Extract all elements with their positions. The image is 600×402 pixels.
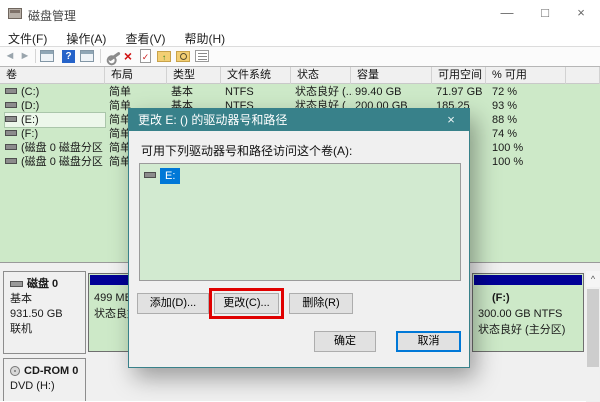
list-item[interactable]: E: bbox=[144, 168, 180, 184]
volume-layout: 简单 bbox=[109, 85, 165, 99]
add-button[interactable]: 添加(D)... bbox=[137, 293, 209, 314]
cdrom-info-box[interactable]: CD-ROM 0 DVD (H:) bbox=[3, 358, 86, 401]
drive-path-listbox[interactable]: E: bbox=[139, 163, 461, 281]
window-titlebar: 磁盘管理 — □ × bbox=[0, 0, 600, 28]
disk0-info-box[interactable]: 磁盘 0 基本 931.50 GB 联机 bbox=[3, 271, 86, 354]
folder-up-icon[interactable]: ↑ bbox=[157, 51, 171, 62]
cdrom-icon bbox=[10, 366, 20, 376]
volume-status: 状态良好 (... bbox=[295, 85, 353, 99]
disk0-size: 931.50 GB bbox=[10, 307, 85, 322]
volume-free: 71.97 GB bbox=[436, 85, 488, 99]
dialog-close-icon[interactable]: × bbox=[435, 109, 467, 131]
partition-status: 状态良好 (主分区) bbox=[478, 322, 565, 338]
folder-search-icon[interactable] bbox=[176, 51, 190, 62]
window-title: 磁盘管理 bbox=[28, 7, 76, 24]
volume-pct: 88 % bbox=[492, 113, 562, 127]
partition-status-strip bbox=[474, 275, 582, 285]
table-row[interactable]: (C:) 简单 基本 NTFS 状态良好 (... 99.40 GB 71.97… bbox=[0, 85, 600, 99]
volume-name: (磁盘 0 磁盘分区 1) bbox=[21, 142, 105, 154]
wrench-icon[interactable] bbox=[108, 52, 120, 62]
disk0-type: 基本 bbox=[10, 292, 85, 307]
volume-name: (D:) bbox=[21, 100, 39, 112]
selected-drive-letter: E: bbox=[160, 168, 180, 184]
volume-pct: 74 % bbox=[492, 127, 562, 141]
header-pct-free[interactable]: % 可用 bbox=[486, 67, 566, 84]
drive-icon bbox=[5, 88, 17, 94]
menu-action[interactable]: 操作(A) bbox=[58, 28, 114, 47]
back-icon[interactable]: ◄ bbox=[2, 49, 18, 64]
header-volume[interactable]: 卷 bbox=[0, 67, 105, 84]
properties-check-icon[interactable]: ✓ bbox=[140, 49, 151, 63]
volume-type: 基本 bbox=[171, 85, 221, 99]
menu-help[interactable]: 帮助(H) bbox=[177, 28, 234, 47]
header-free-space[interactable]: 可用空间 bbox=[432, 67, 486, 84]
maximize-button[interactable]: □ bbox=[526, 0, 564, 26]
cdrom-drive: DVD (H:) bbox=[10, 379, 85, 394]
toolbar-separator bbox=[35, 49, 36, 63]
drive-icon bbox=[5, 158, 17, 164]
new-window-icon[interactable] bbox=[80, 50, 94, 62]
vertical-scrollbar[interactable]: ^ bbox=[586, 271, 600, 402]
dialog-label: 可用下列驱动器号和路径访问这个卷(A): bbox=[141, 142, 352, 159]
header-capacity[interactable]: 容量 bbox=[351, 67, 432, 84]
disk-icon bbox=[10, 281, 23, 287]
remove-button[interactable]: 删除(R) bbox=[289, 293, 353, 314]
drive-icon bbox=[5, 116, 17, 122]
disk0-status: 联机 bbox=[10, 322, 85, 337]
change-button[interactable]: 更改(C)... bbox=[214, 293, 279, 314]
menu-view[interactable]: 查看(V) bbox=[117, 28, 173, 47]
minimize-button[interactable]: — bbox=[488, 0, 526, 26]
drive-icon bbox=[5, 144, 17, 150]
disk0-name: 磁盘 0 bbox=[27, 278, 58, 290]
volume-capacity: 99.40 GB bbox=[355, 85, 431, 99]
app-icon bbox=[8, 8, 22, 19]
change-drive-letter-dialog: 更改 E: () 的驱动器号和路径 × 可用下列驱动器号和路径访问这个卷(A):… bbox=[128, 108, 470, 368]
toolbar-separator bbox=[100, 49, 101, 63]
header-type[interactable]: 类型 bbox=[167, 67, 221, 84]
close-button[interactable]: × bbox=[562, 0, 600, 26]
scrollbar-thumb[interactable] bbox=[587, 289, 599, 367]
drive-icon bbox=[144, 172, 156, 178]
console-window-icon[interactable] bbox=[40, 50, 54, 62]
partition-size-fs: 300.00 GB NTFS bbox=[478, 306, 565, 322]
delete-volume-icon[interactable]: × bbox=[120, 49, 136, 64]
volume-pct: 72 % bbox=[492, 85, 562, 99]
volume-pct: 100 % bbox=[492, 141, 562, 155]
volume-name: (C:) bbox=[21, 86, 39, 98]
dialog-title: 更改 E: () 的驱动器号和路径 bbox=[129, 109, 469, 131]
menu-file[interactable]: 文件(F) bbox=[0, 28, 55, 47]
header-filesystem[interactable]: 文件系统 bbox=[221, 67, 291, 84]
drive-icon bbox=[5, 102, 17, 108]
volume-name: (E:) bbox=[21, 114, 39, 126]
cancel-button[interactable]: 取消 bbox=[396, 331, 461, 352]
header-empty bbox=[566, 67, 600, 84]
drive-icon bbox=[5, 130, 17, 136]
volume-pct: 100 % bbox=[492, 155, 562, 169]
volume-pct: 93 % bbox=[492, 99, 562, 113]
header-status[interactable]: 状态 bbox=[291, 67, 351, 84]
scroll-up-icon[interactable]: ^ bbox=[586, 271, 600, 287]
table-header: 卷 布局 类型 文件系统 状态 容量 可用空间 % 可用 bbox=[0, 67, 600, 84]
forward-icon[interactable]: ► bbox=[17, 49, 33, 64]
ok-button[interactable]: 确定 bbox=[314, 331, 376, 352]
volume-fs: NTFS bbox=[225, 85, 289, 99]
menu-bar: 文件(F) 操作(A) 查看(V) 帮助(H) bbox=[0, 28, 600, 47]
cdrom-name: CD-ROM 0 bbox=[24, 365, 78, 377]
toolbar: ◄ ► ? × ✓ ↑ bbox=[0, 47, 600, 66]
partition-name: (F:) bbox=[492, 290, 565, 306]
header-layout[interactable]: 布局 bbox=[105, 67, 167, 84]
details-view-icon[interactable] bbox=[195, 50, 209, 62]
volume-name: (磁盘 0 磁盘分区 2) bbox=[21, 156, 105, 168]
volume-name: (F:) bbox=[21, 128, 38, 140]
help-icon[interactable]: ? bbox=[62, 50, 75, 63]
partition-f[interactable]: (F:) 300.00 GB NTFS 状态良好 (主分区) bbox=[472, 273, 584, 352]
